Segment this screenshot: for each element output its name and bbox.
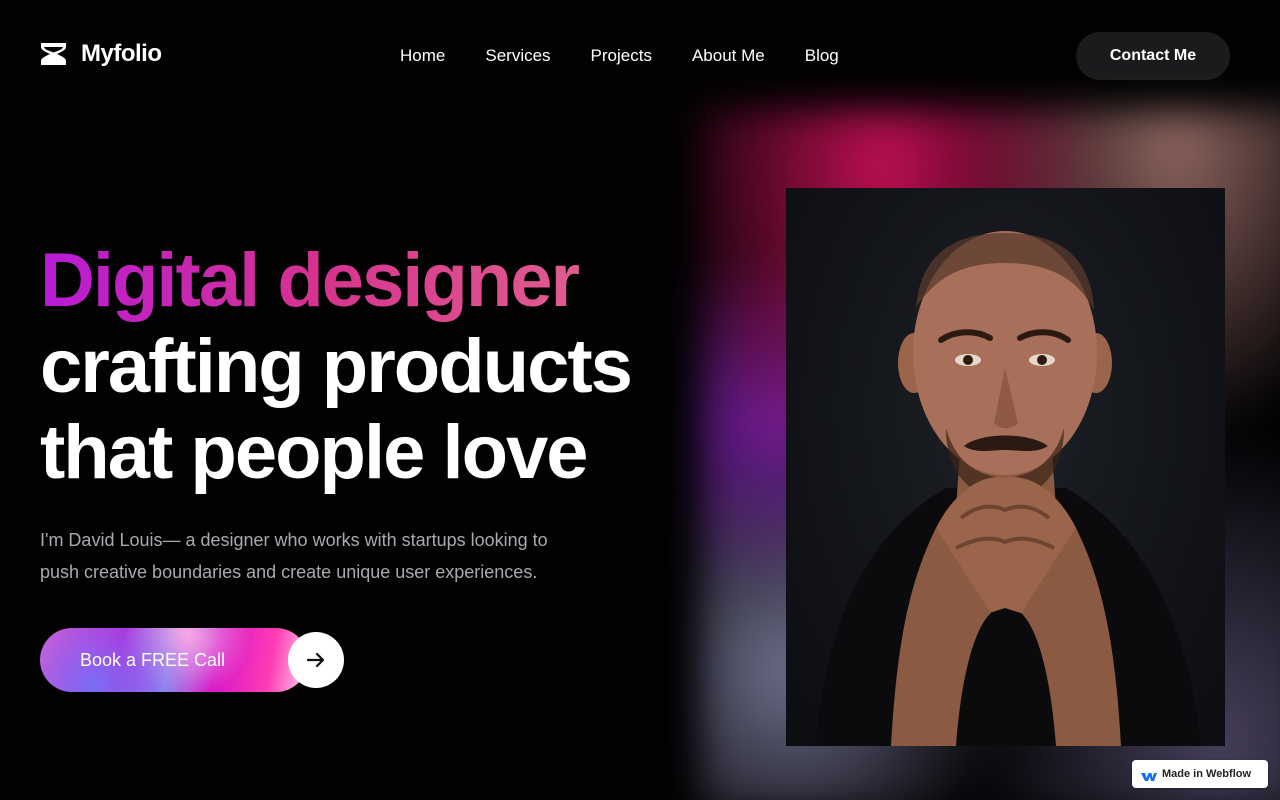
- nav-item-blog[interactable]: Blog: [805, 44, 839, 68]
- headline-line-2: crafting products: [40, 324, 633, 409]
- hourglass-logo-icon: [40, 43, 67, 65]
- brand-logo[interactable]: Myfolio: [40, 40, 162, 68]
- nav-item-projects[interactable]: Projects: [591, 44, 652, 68]
- nav-item-about-me[interactable]: About Me: [692, 44, 765, 68]
- main-nav: Home Services Projects About Me Blog: [400, 44, 839, 68]
- brand-name: Myfolio: [81, 40, 162, 67]
- badge-label: Made in Webflow: [1162, 768, 1252, 780]
- headline-gradient-text: Digital designer: [40, 238, 660, 324]
- portrait-image: [786, 188, 1225, 746]
- arrow-right-icon: [288, 632, 344, 688]
- nav-item-services[interactable]: Services: [485, 44, 550, 68]
- contact-me-button[interactable]: Contact Me: [1076, 32, 1230, 80]
- page: Myfolio Home Services Projects About Me …: [0, 0, 1280, 800]
- book-call-label: Book a FREE Call: [80, 650, 226, 670]
- hero-headline: Digital designer crafting products that …: [40, 238, 660, 496]
- book-call-button[interactable]: Book a FREE Call: [40, 628, 344, 692]
- headline-line-3: that people love: [40, 410, 589, 495]
- hero-intro: I'm David Louis— a designer who works wi…: [40, 530, 548, 582]
- nav-item-home[interactable]: Home: [400, 44, 445, 68]
- webflow-icon: [1141, 769, 1157, 787]
- made-in-webflow-badge[interactable]: Made in Webflow: [1132, 760, 1268, 788]
